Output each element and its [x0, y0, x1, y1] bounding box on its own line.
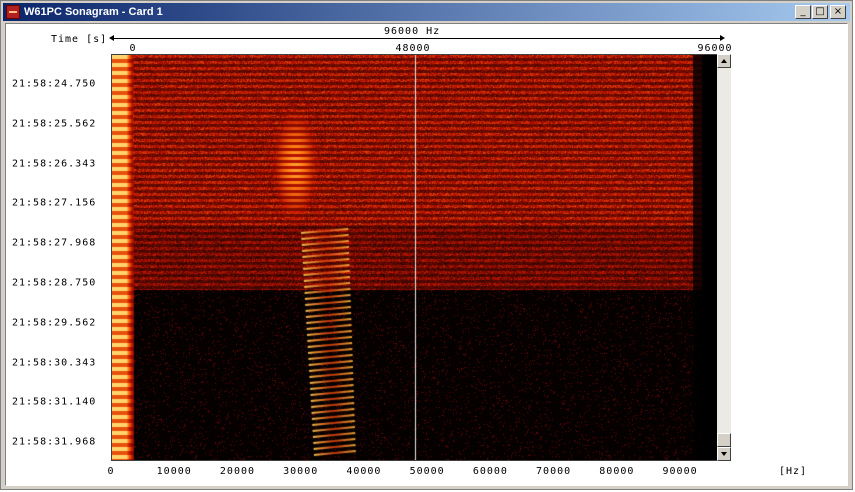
window-controls: _ □ ×: [794, 5, 846, 19]
frequency-tick-label: 10000: [156, 466, 192, 477]
time-label: 21:58:28.750: [12, 277, 97, 289]
frequency-tick-label: 30000: [283, 466, 319, 477]
top-scale-start: 0: [129, 43, 137, 54]
frequency-tick-label: 50000: [409, 466, 445, 477]
time-label: 21:58:24.750: [12, 78, 97, 90]
bandwidth-label: 96000 Hz: [384, 26, 441, 37]
arrow-right-icon: [720, 35, 725, 41]
sonagram-display[interactable]: [111, 54, 718, 461]
frequency-tick-label: 90000: [662, 466, 698, 477]
frequency-tick-label: 20000: [219, 466, 256, 477]
scroll-up-button[interactable]: [717, 54, 731, 68]
frequency-tick-label: 60000: [472, 466, 508, 477]
frequency-tick-label: 40000: [346, 466, 382, 477]
close-button[interactable]: ×: [830, 5, 846, 19]
time-label: 21:58:30.343: [12, 357, 97, 369]
time-label: 21:58:31.140: [12, 396, 97, 408]
time-label: 21:58:29.562: [12, 317, 97, 329]
time-axis-label: Time [s]: [51, 34, 108, 45]
time-label: 21:58:27.968: [12, 237, 97, 249]
bandwidth-arrow-line: [113, 38, 721, 39]
scroll-down-button[interactable]: [717, 447, 731, 461]
app-icon[interactable]: [6, 5, 20, 19]
vertical-scrollbar[interactable]: [717, 54, 731, 461]
scroll-thumb[interactable]: [717, 433, 731, 447]
top-scale-center: 48000: [395, 43, 431, 54]
sonagram-client-area: Time [s] 96000 Hz 0 48000 96000 21:58:24…: [5, 23, 848, 486]
top-scale-end: 96000: [697, 43, 733, 54]
sonagram-window: W61PC Sonagram - Card 1 _ □ × Time [s] 9…: [0, 0, 853, 490]
sonagram-canvas: [112, 55, 717, 460]
maximize-button[interactable]: □: [812, 5, 828, 19]
window-title: W61PC Sonagram - Card 1: [24, 6, 163, 18]
frequency-unit-label: [Hz]: [779, 466, 808, 477]
time-label: 21:58:27.156: [12, 197, 97, 209]
title-bar[interactable]: W61PC Sonagram - Card 1 _ □ ×: [3, 3, 850, 21]
frequency-tick-label: 70000: [536, 466, 572, 477]
time-label: 21:58:25.562: [12, 118, 97, 130]
minimize-button[interactable]: _: [795, 5, 811, 19]
frequency-tick-label: 0: [107, 466, 115, 477]
time-label: 21:58:26.343: [12, 158, 97, 170]
time-label: 21:58:31.968: [12, 436, 97, 448]
frequency-tick-label: 80000: [599, 466, 635, 477]
